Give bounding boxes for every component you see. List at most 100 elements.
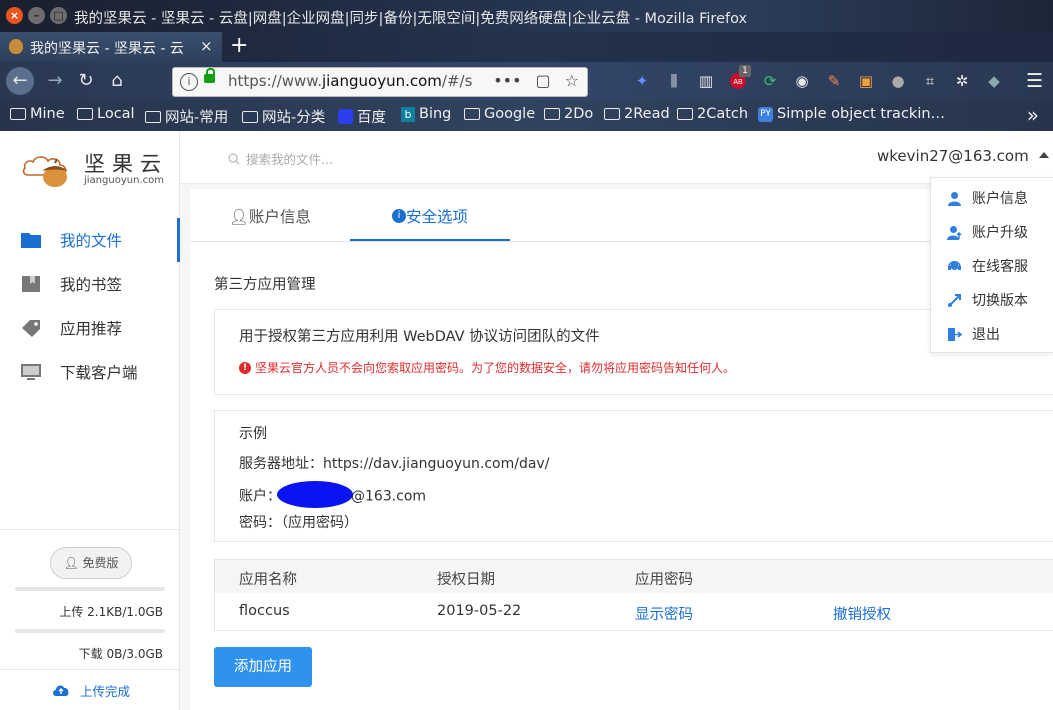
library-icon[interactable]: ⫼ <box>664 71 684 91</box>
circle-icon[interactable]: ● <box>888 71 908 91</box>
bookmark-item[interactable]: Mine <box>10 106 65 122</box>
webdav-description: 用于授权第三方应用利用 WebDAV 协议访问团队的文件 <box>239 329 600 345</box>
pen-icon[interactable]: ✎ <box>824 71 844 91</box>
folder-icon <box>10 108 26 120</box>
sync-icon[interactable]: ⟳ <box>760 71 780 91</box>
page: 坚果云 jianguoyun.com 我的文件 我的书签 应用推荐 下载客户端 … <box>0 131 1053 710</box>
mask-icon[interactable]: ◉ <box>792 71 812 91</box>
crop-icon[interactable]: ⌗ <box>920 71 940 91</box>
search-icon <box>228 152 240 164</box>
site-info-icon[interactable]: i <box>180 73 198 91</box>
table-header: 应用名称 授权日期 应用密码 <box>215 560 1053 593</box>
bookmark-icon <box>22 276 40 292</box>
bookmark-item[interactable]: 网站-常用 <box>145 106 228 127</box>
search-placeholder: 搜索我的文件... <box>246 152 333 167</box>
account-example: 账户： @163.com <box>239 481 426 510</box>
page-actions-icon[interactable]: ••• <box>493 71 521 90</box>
bookmark-item[interactable]: 网站-分类 <box>242 106 325 127</box>
sidebar-item-download-client[interactable]: 下载客户端 <box>0 350 179 394</box>
logo-text: 坚果云 <box>84 152 168 176</box>
url-bar-tools: ••• ▢ ☆ <box>493 71 579 90</box>
svg-text:AB: AB <box>733 79 743 86</box>
navigation-toolbar: ← → ↻ ⌂ i https://www.jianguoyun.com/#/s… <box>0 62 1053 100</box>
forward-button[interactable]: → <box>42 68 68 94</box>
tab-security-options[interactable]: i 安全选项 <box>350 189 510 241</box>
bookmark-item[interactable]: PY Simple object trackin… <box>758 106 945 122</box>
exclamation-icon: ! <box>239 361 251 374</box>
screenshot-icon[interactable]: ▣ <box>856 71 876 91</box>
secure-lock-icon[interactable] <box>204 68 215 83</box>
show-password-link[interactable]: 显示密码 <box>635 603 693 624</box>
bookmark-item[interactable]: 2Catch <box>677 106 748 122</box>
window-maximize-button[interactable]: □ <box>50 7 67 24</box>
extension-bookmark-icon[interactable]: ✦ <box>632 71 652 91</box>
bookmark-item[interactable]: b Bing <box>401 106 451 122</box>
app-name: floccus <box>239 603 290 619</box>
bookmarks-overflow-chevron-icon[interactable]: » <box>1027 103 1039 127</box>
revoke-authorization-link[interactable]: 撤销授权 <box>833 603 891 624</box>
column-header: 应用密码 <box>635 572 693 588</box>
gear-flower-icon[interactable]: ✲ <box>952 71 972 91</box>
auth-date: 2019-05-22 <box>437 603 522 619</box>
window-minimize-button[interactable]: – <box>28 7 45 24</box>
password-example: 密码：（应用密码） <box>239 515 358 531</box>
user-icon <box>948 191 961 206</box>
folder-icon <box>464 108 480 120</box>
user-menu[interactable]: wkevin27@163.com <box>877 147 1049 165</box>
pocket-icon[interactable]: ▢ <box>536 71 551 90</box>
home-button[interactable]: ⌂ <box>104 68 130 94</box>
tab-close-icon[interactable]: × <box>200 37 213 55</box>
bookmark-item[interactable]: Local <box>77 106 135 122</box>
upload-quota-bar <box>15 587 165 591</box>
menu-item-online-support[interactable]: 在线客服 <box>931 249 1053 283</box>
download-quota-bar <box>15 629 165 633</box>
plan-badge[interactable]: 👤︎ 免费版 <box>50 547 132 579</box>
menu-item-logout[interactable]: 退出 <box>931 317 1053 351</box>
folder-icon <box>21 233 41 248</box>
window-close-button[interactable]: × <box>6 7 23 24</box>
acorn-logo-icon <box>22 156 68 187</box>
adblock-icon[interactable]: AB 1 <box>728 65 751 91</box>
sidebar-item-app-recommend[interactable]: 应用推荐 <box>0 306 179 350</box>
bookmark-item[interactable]: 2Read <box>604 106 670 122</box>
menu-item-switch-version[interactable]: 切换版本 <box>931 283 1053 317</box>
user-small-icon: 👤︎ <box>63 556 83 570</box>
sidebar-item-my-bookmarks[interactable]: 我的书签 <box>0 262 179 306</box>
main-content: 👤︎账户信息 i 安全选项 第三方应用管理 用于授权第三方应用利用 WebDAV … <box>190 189 1053 710</box>
info-circle-icon: i <box>391 208 406 223</box>
url-bar[interactable]: i https://www.jianguoyun.com/#/saf ••• ▢… <box>172 67 588 97</box>
url-text[interactable]: https://www.jianguoyun.com/#/saf <box>228 72 473 90</box>
sidebar-item-my-files[interactable]: 我的文件 <box>0 218 180 262</box>
browser-tab-active[interactable]: 我的坚果云 - 坚果云 - 云 × <box>0 32 222 62</box>
menu-item-account-info[interactable]: 账户信息 <box>931 181 1053 215</box>
bookmark-item[interactable]: 2Do <box>544 106 593 122</box>
add-app-button[interactable]: 添加应用 <box>214 647 312 687</box>
sidebar-toggle-icon[interactable]: ▥ <box>696 71 716 91</box>
diamond-icon[interactable]: ◆ <box>984 71 1004 91</box>
bookmark-star-icon[interactable]: ☆ <box>565 71 579 90</box>
upload-quota-text: 上传 2.1KB/1.0GB <box>59 605 163 619</box>
server-address: 服务器地址：https://dav.jianguoyun.com/dav/ <box>239 456 550 472</box>
folder-icon <box>77 108 93 120</box>
tab-account-info[interactable]: 👤︎账户信息 <box>190 189 350 241</box>
tab-strip: 我的坚果云 - 坚果云 - 云 × + <box>0 32 1053 62</box>
redaction-mark <box>277 481 353 508</box>
new-tab-button[interactable]: + <box>230 33 248 58</box>
adblock-count-badge: 1 <box>739 65 751 77</box>
authorized-apps-table: 应用名称 授权日期 应用密码 floccus 2019-05-22 显示密码 撤… <box>214 559 1053 631</box>
reload-button[interactable]: ↻ <box>73 68 99 94</box>
user-dropdown-menu: 账户信息 账户升级 在线客服 切换版本 退出 <box>930 177 1053 353</box>
section-title: 第三方应用管理 <box>214 277 316 293</box>
bookmark-item[interactable]: 百度 <box>338 106 386 127</box>
upload-status[interactable]: 上传完成 <box>52 681 130 700</box>
tag-icon <box>22 320 40 337</box>
user-upgrade-icon <box>947 225 962 240</box>
bookmark-item[interactable]: Google <box>464 106 535 122</box>
menu-item-account-upgrade[interactable]: 账户升级 <box>931 215 1053 249</box>
window-controls: × – □ <box>6 7 67 24</box>
sidebar-item-label: 应用推荐 <box>60 320 123 338</box>
jianguoyun-favicon-icon <box>9 39 23 54</box>
search-input[interactable]: 搜索我的文件... <box>228 149 333 168</box>
menu-hamburger-icon[interactable]: ☰ <box>1026 70 1043 92</box>
back-button[interactable]: ← <box>6 67 34 95</box>
